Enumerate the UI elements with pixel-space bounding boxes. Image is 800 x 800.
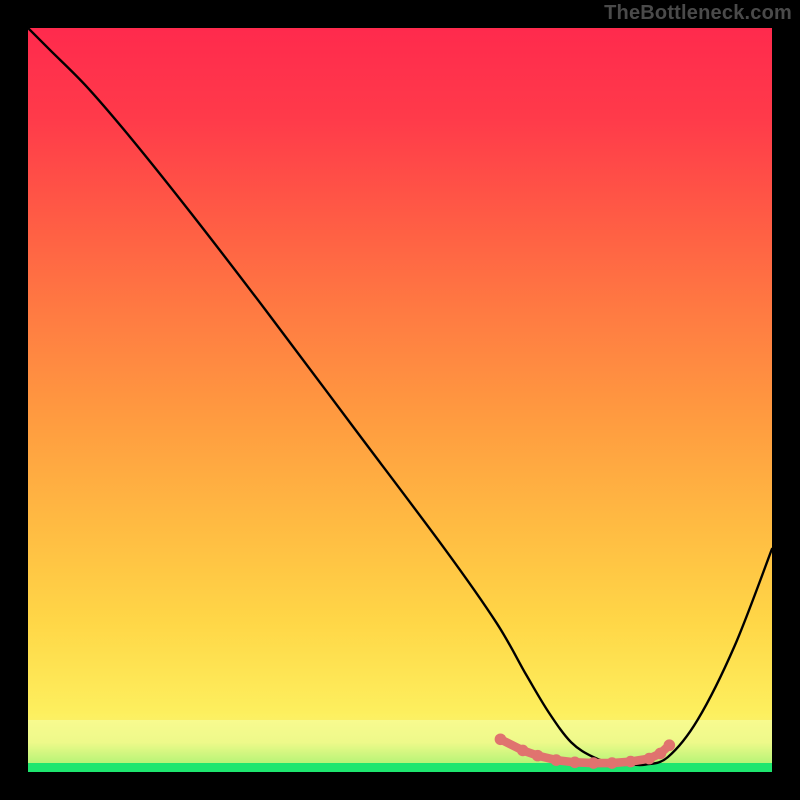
- curve-line: [28, 28, 772, 765]
- chart-frame: TheBottleneck.com: [0, 0, 800, 800]
- plot-area: [28, 28, 772, 772]
- chart-svg: [28, 28, 772, 772]
- watermark-text: TheBottleneck.com: [604, 2, 792, 25]
